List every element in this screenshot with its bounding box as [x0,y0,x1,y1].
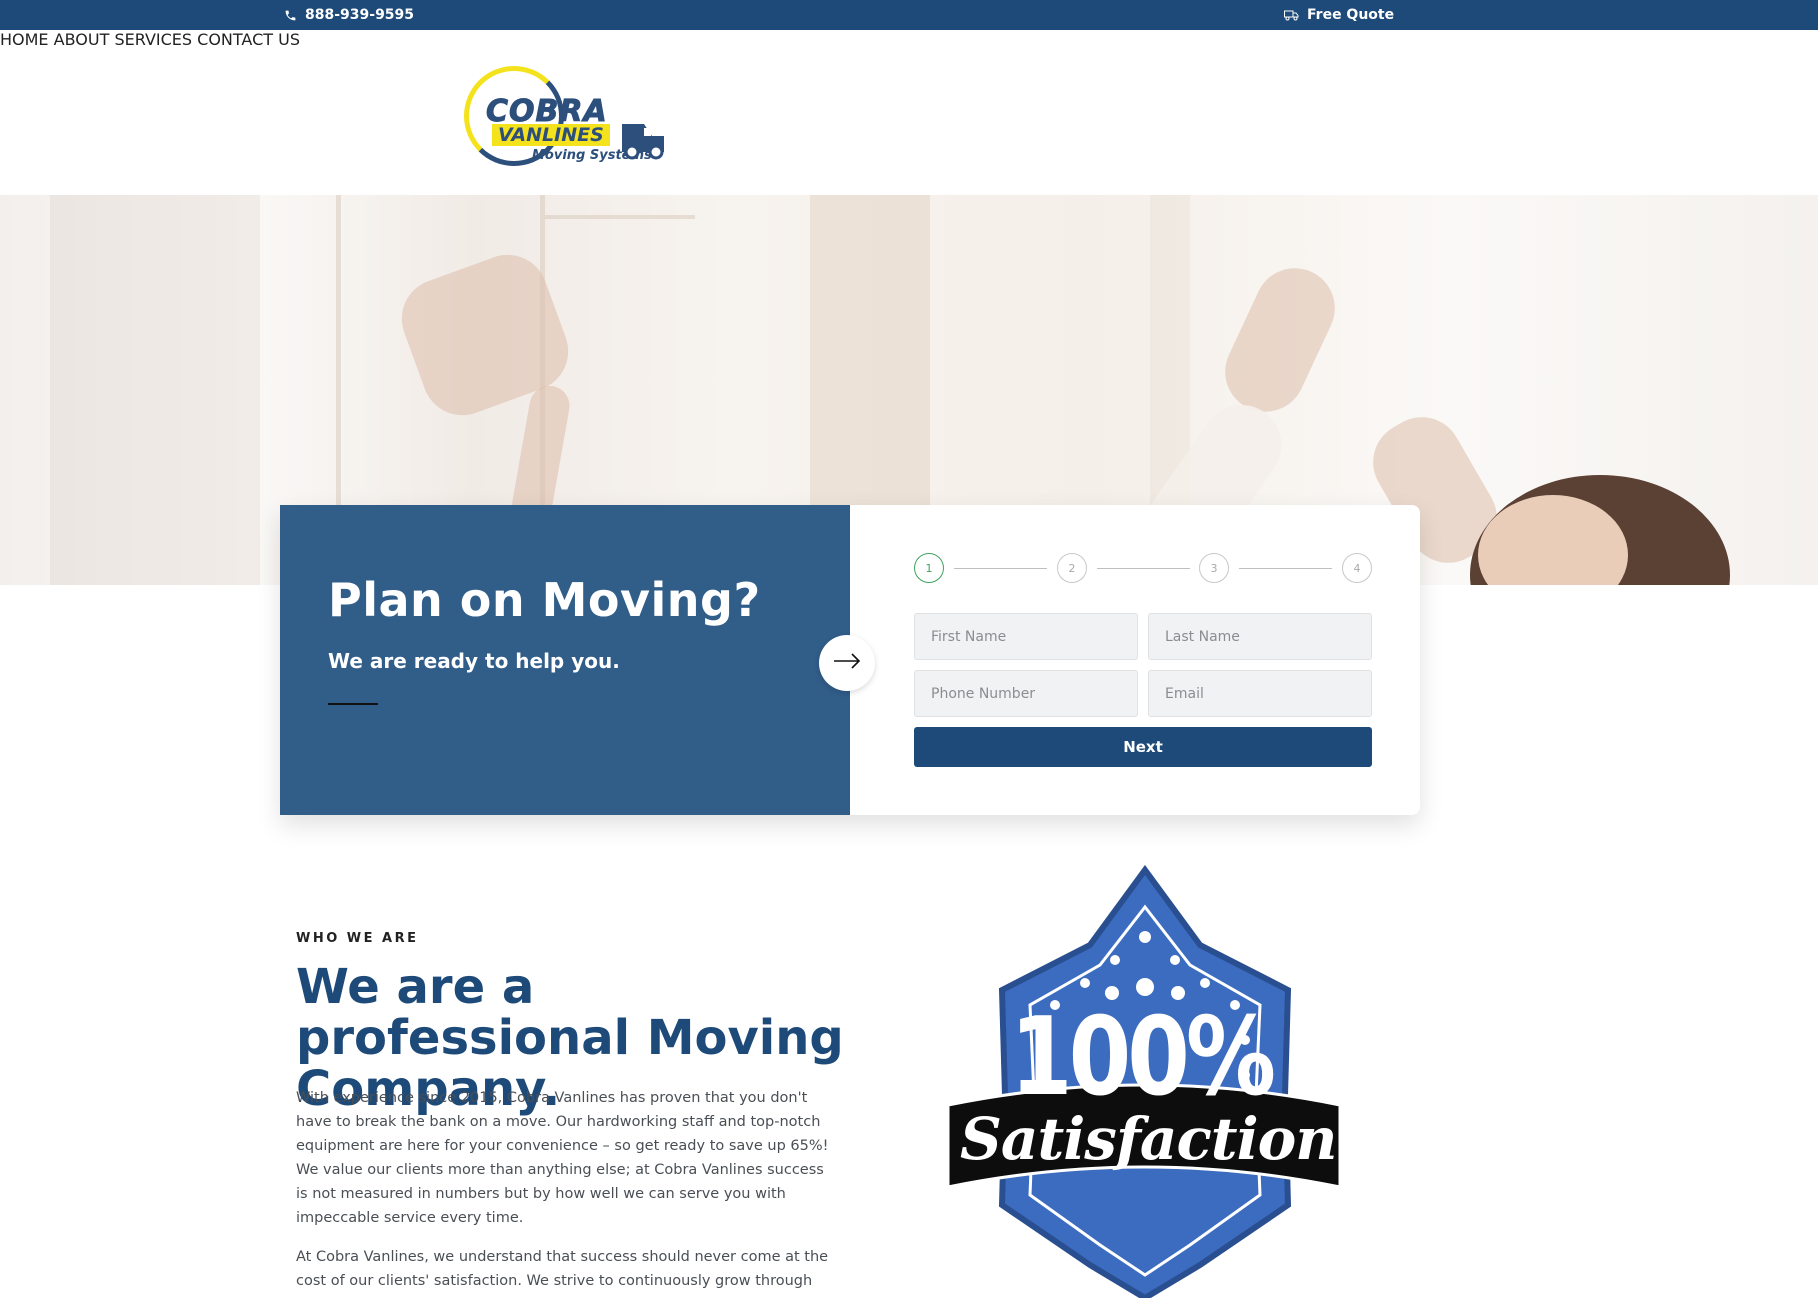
phone-link[interactable]: 888-939-9595 [284,7,414,23]
arrow-right-icon [833,653,861,673]
nav-services[interactable]: SERVICES [114,30,192,49]
section-eyebrow: WHO WE ARE [296,931,419,946]
truck-icon [1284,9,1299,21]
quote-card-intro: Plan on Moving? We are ready to help you… [280,505,850,815]
curtain-shape [50,195,260,585]
card-title: Plan on Moving? [328,573,761,627]
phone-number-field[interactable] [914,670,1138,717]
raised-hand [1212,255,1348,425]
step-indicator: 4 [1342,553,1372,583]
free-quote-link[interactable]: Free Quote [1284,7,1394,23]
form-steps: 1 2 3 4 [914,553,1372,583]
step-indicator: 2 [1057,553,1087,583]
step-indicator: 1 [914,553,944,583]
email-field[interactable] [1148,670,1372,717]
nav-about[interactable]: ABOUT [54,30,110,49]
phone-number: 888-939-9595 [305,7,415,23]
next-button[interactable]: Next [914,727,1372,767]
badge-word: Satisfaction [960,1105,1337,1173]
step-connector [954,568,1047,569]
nav-contact-us[interactable]: CONTACT US [197,30,300,49]
last-name-field[interactable] [1148,613,1372,660]
quote-card: Plan on Moving? We are ready to help you… [280,505,1420,815]
free-quote-label: Free Quote [1307,7,1395,23]
card-subtitle: We are ready to help you. [328,649,620,673]
company-logo[interactable]: COBRA VANLINES Moving Systems [462,60,668,170]
window-frame [336,195,341,525]
nav-home[interactable]: HOME [0,30,49,49]
site-header: COBRA VANLINES Moving Systems HOME ABOUT… [0,30,1818,195]
about-paragraph: At Cobra Vanlines, we understand that su… [296,1249,829,1289]
window-frame [545,215,695,219]
badge-percent: 100% [1010,994,1276,1121]
step-indicator: 3 [1199,553,1229,583]
logo-truck-icon [620,120,668,164]
arrow-right-button[interactable] [819,635,875,691]
about-paragraph: With experience since 2015, Cobra Vanlin… [296,1090,829,1226]
satisfaction-badge: 100% Satisfaction [930,864,1350,1298]
top-bar: 888-939-9595 Free Quote [0,0,1818,30]
step-connector [1239,568,1332,569]
main-nav: HOME ABOUT SERVICES CONTACT US [0,30,1818,49]
first-name-field[interactable] [914,613,1138,660]
logo-word-vanlines: VANLINES [492,124,610,146]
phone-icon [284,9,297,22]
divider [328,703,378,705]
step-connector [1097,568,1190,569]
